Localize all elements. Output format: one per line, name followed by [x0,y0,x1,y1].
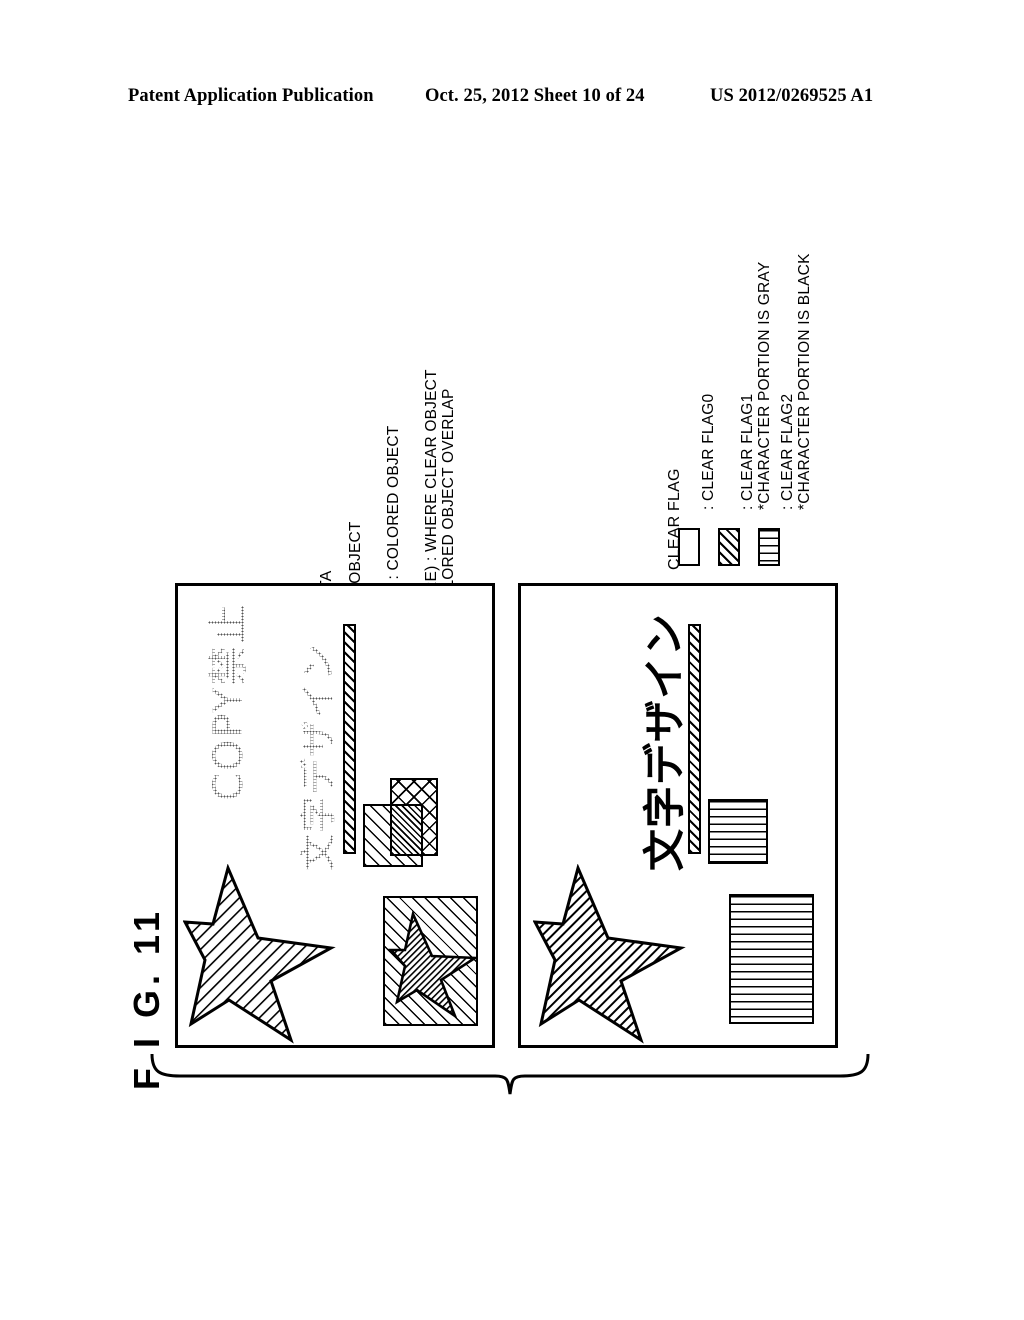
horizontal-stripe-swatch [758,528,780,566]
diagonal-stripe-swatch [718,528,740,566]
legend-text-clear-flag1: : CLEAR FLAG1 [739,393,756,510]
document-data-panel: COPY禁止 文字デザイン [175,583,495,1048]
clear-flag2-rect-small [708,799,768,864]
watermark-text: COPY禁止 [196,602,254,801]
legend-text-clear-flag2-note: *CHARACTER PORTION IS BLACK [796,253,813,510]
design-text-left: 文字デザイン [288,643,342,871]
clear-object-rect-with-star [383,896,478,1026]
figure-brace [150,1053,870,1095]
design-text-right: 文字デザイン [640,612,689,871]
legend-text-clear-flag1-note: *CHARACTER PORTION IS GRAY [756,261,773,510]
legend-text-clear-flag0: : CLEAR FLAG0 [700,393,717,510]
overlap-texture-region [390,804,423,856]
clear-flag1-star [533,864,686,1044]
patent-figure-page: Patent Application Publication Oct. 25, … [0,0,1024,1320]
legend-document-data: DOCUMENT DATA : CLEAR OBJECT (CHECK) : C… [300,140,457,710]
legend-text-clear-flag2: : CLEAR FLAG2 [779,393,796,510]
clear-object-star [183,864,336,1044]
clear-flag2-rect-large [729,894,814,1024]
hatched-bar-left [343,624,356,854]
white-swatch [678,528,700,566]
legend-clear-flag: CLEAR FLAG : CLEAR FLAG0 : CLEAR FLAG1 *… [648,230,813,580]
header-doc-number: US 2012/0269525 A1 [710,86,874,106]
header-date-sheet: Oct. 25, 2012 Sheet 10 of 24 [425,86,645,106]
hatched-bar-right [688,624,701,854]
clear-flag-panel: 文字デザイン [518,583,838,1048]
header-publication: Patent Application Publication [128,86,374,106]
